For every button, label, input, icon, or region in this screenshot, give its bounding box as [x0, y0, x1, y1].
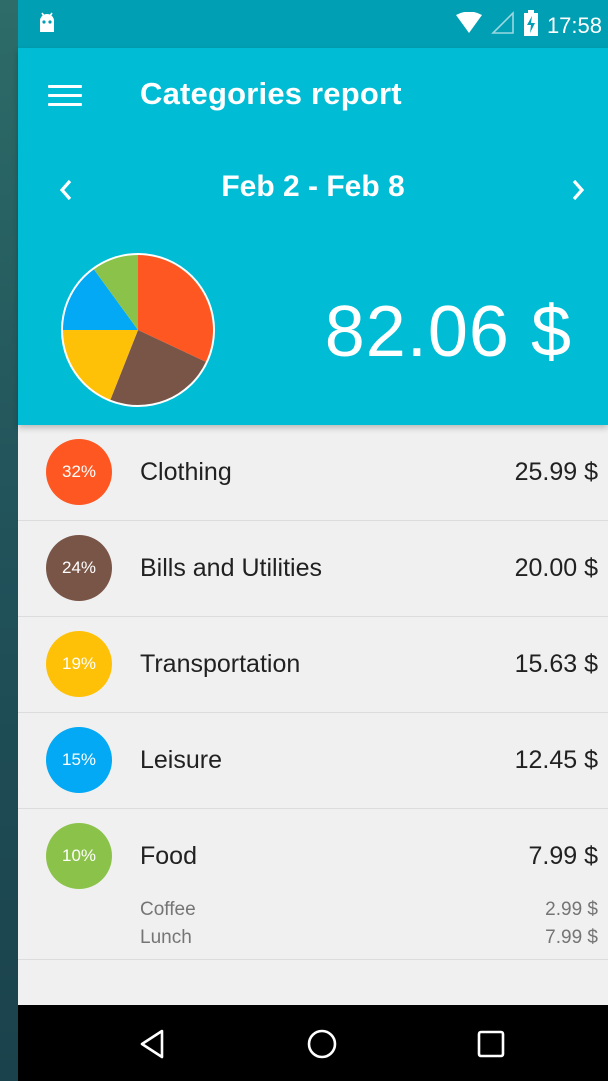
signal-icon	[491, 11, 515, 40]
menu-icon[interactable]	[48, 85, 82, 107]
chevron-left-icon[interactable]	[54, 176, 78, 204]
category-amount: 12.45 $	[514, 746, 598, 774]
category-name: Clothing	[140, 458, 232, 486]
percent-badge: 24%	[46, 535, 112, 601]
percent-badge: 19%	[46, 631, 112, 697]
subitem-name: Lunch	[140, 927, 192, 948]
back-icon[interactable]	[136, 1027, 170, 1066]
category-row-food[interactable]: 10% Food 7.99 $ Coffee 2.99 $ Lunch 7.99…	[18, 809, 608, 960]
category-name: Food	[140, 842, 197, 870]
category-row-clothing[interactable]: 32% Clothing 25.99 $	[18, 425, 608, 521]
home-icon[interactable]	[305, 1027, 339, 1066]
category-name: Transportation	[140, 650, 301, 678]
category-amount: 20.00 $	[514, 554, 598, 582]
category-list: 32% Clothing 25.99 $ 24% Bills and Utili…	[18, 425, 608, 1005]
battery-charging-icon	[523, 10, 539, 41]
category-row-bills-and-utilities[interactable]: 24% Bills and Utilities 20.00 $	[18, 521, 608, 617]
category-row-transportation[interactable]: 19% Transportation 15.63 $	[18, 617, 608, 713]
percent-badge: 32%	[46, 439, 112, 505]
category-name: Bills and Utilities	[140, 554, 323, 582]
date-range-label: Feb 2 - Feb 8	[221, 170, 405, 203]
page-title: Categories report	[140, 76, 402, 111]
chevron-right-icon[interactable]	[566, 176, 590, 204]
subitem-name: Coffee	[140, 899, 196, 920]
wifi-icon	[455, 11, 483, 39]
subitem-amount: 7.99 $	[545, 927, 598, 948]
subitem-amount: 2.99 $	[545, 899, 598, 920]
status-time: 17:58	[546, 12, 602, 38]
percent-badge: 10%	[46, 823, 112, 889]
category-amount: 7.99 $	[528, 842, 598, 870]
background-frame	[0, 0, 18, 1081]
category-amount: 25.99 $	[514, 458, 598, 486]
category-row-leisure[interactable]: 15% Leisure 12.45 $	[18, 713, 608, 809]
recents-icon[interactable]	[474, 1027, 508, 1066]
percent-badge: 15%	[46, 727, 112, 793]
system-nav-bar	[18, 1005, 608, 1081]
app-header: Categories report Feb 2 - Feb 8 82.06 $	[18, 48, 608, 425]
total-amount: 82.06 $	[324, 292, 572, 372]
status-bar: 17:58	[18, 0, 608, 48]
category-amount: 15.63 $	[514, 650, 598, 678]
category-name: Leisure	[140, 746, 222, 774]
category-pie-chart	[61, 253, 215, 407]
android-debug-icon	[38, 12, 56, 39]
